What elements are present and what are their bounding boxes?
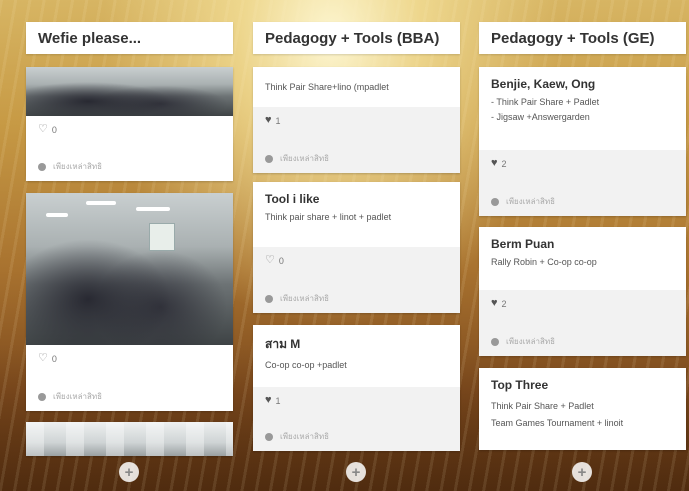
post-author: เพียงเหล่าสิทธิ: [280, 432, 330, 441]
like-count: 2: [501, 158, 507, 169]
heart-icon[interactable]: ♥: [491, 298, 498, 309]
add-post-button[interactable]: +: [346, 462, 366, 482]
like-count: 0: [278, 255, 284, 266]
heart-icon[interactable]: ♥: [265, 395, 272, 406]
avatar-icon: [265, 154, 273, 163]
column-wefie: Wefie please... ♡ 0 เพียงเหล่าสิทธิ ♡ 0 …: [26, 22, 233, 482]
post-author: เพียงเหล่าสิทธิ: [506, 197, 556, 206]
avatar-icon: [38, 162, 46, 171]
post-author: เพียงเหล่าสิทธิ: [506, 337, 556, 346]
like-count: 2: [501, 298, 507, 309]
heart-outline-icon[interactable]: ♡: [265, 255, 275, 266]
post-card[interactable]: สาม M Co-op co-op +padlet ♥ 1 เพียงเหล่า…: [253, 325, 460, 451]
post-text: Team Games Tournament + linoit: [491, 418, 624, 428]
heart-outline-icon[interactable]: ♡: [38, 124, 48, 135]
post-text: Think pair share + lino​t + padlet: [265, 212, 392, 222]
like-count: 1: [275, 395, 281, 406]
projector-screen: [149, 223, 175, 251]
post-author: เพียงเหล่าสิทธิ: [53, 162, 103, 171]
post-photo[interactable]: [26, 422, 233, 456]
post-title: Tool i like: [265, 192, 320, 206]
post-text: Think Pair Share + Padlet: [491, 401, 594, 411]
post-title: สาม M: [265, 337, 301, 351]
add-post-button[interactable]: +: [572, 462, 592, 482]
post-text: Co-op co-op +padlet: [265, 360, 347, 370]
heart-icon[interactable]: ♥: [265, 115, 272, 126]
post-card[interactable]: [26, 422, 233, 456]
column-header[interactable]: Pedagogy + Tools (BBA): [253, 22, 460, 54]
post-author: เพียงเหล่าสิทธิ: [280, 154, 330, 163]
post-text: Rally Robin + Co-op co-op: [491, 257, 597, 267]
post-text: Think Pair Share+lino (mpadlet: [265, 82, 389, 92]
post-card[interactable]: Benjie, Kaew, Ong - Think Pair Share + P…: [479, 67, 686, 216]
avatar-icon: [265, 432, 273, 441]
post-text: - Think Pair Share + Padlet: [491, 97, 600, 107]
add-post-button[interactable]: +: [119, 462, 139, 482]
heart-icon[interactable]: ♥: [491, 158, 498, 169]
post-author: เพียงเหล่าสิทธิ: [53, 392, 103, 401]
like-count: 1: [275, 115, 281, 126]
heart-outline-icon[interactable]: ♡: [38, 353, 48, 364]
avatar-icon: [265, 294, 273, 303]
avatar-icon: [491, 337, 499, 346]
avatar-icon: [38, 392, 46, 401]
post-card[interactable]: Tool i like Think pair share + lino​t + …: [253, 182, 460, 313]
post-photo[interactable]: [26, 67, 233, 116]
post-card[interactable]: ♡ 0 เพียงเหล่าสิทธิ: [26, 193, 233, 411]
post-card[interactable]: Berm Puan Rally Robin + Co-op co-op ♥ 2 …: [479, 227, 686, 356]
post-card[interactable]: Think Pair Share+lino (mpadlet ♥ 1 เพียง…: [253, 67, 460, 173]
post-card[interactable]: ♡ 0 เพียงเหล่าสิทธิ: [26, 67, 233, 181]
column-header[interactable]: Pedagogy + Tools (GE): [479, 22, 686, 54]
post-title: Berm Puan: [491, 237, 555, 251]
post-text: - Jigsaw +Answergarden: [491, 112, 590, 122]
column-ge: Pedagogy + Tools (GE) Benjie, Kaew, Ong …: [479, 22, 686, 482]
post-author: เพียงเหล่าสิทธิ: [280, 294, 330, 303]
post-title: Top Three: [491, 378, 549, 392]
post-title: Benjie, Kaew, Ong: [491, 77, 596, 91]
column-bba: Pedagogy + Tools (BBA) Think Pair Share+…: [253, 22, 460, 482]
column-header[interactable]: Wefie please...: [26, 22, 233, 54]
avatar-icon: [491, 197, 499, 206]
like-count: 0: [51, 353, 57, 364]
post-card[interactable]: Top Three Think Pair Share + Padlet Team…: [479, 368, 686, 450]
post-photo[interactable]: [26, 193, 233, 345]
like-count: 0: [51, 124, 57, 135]
